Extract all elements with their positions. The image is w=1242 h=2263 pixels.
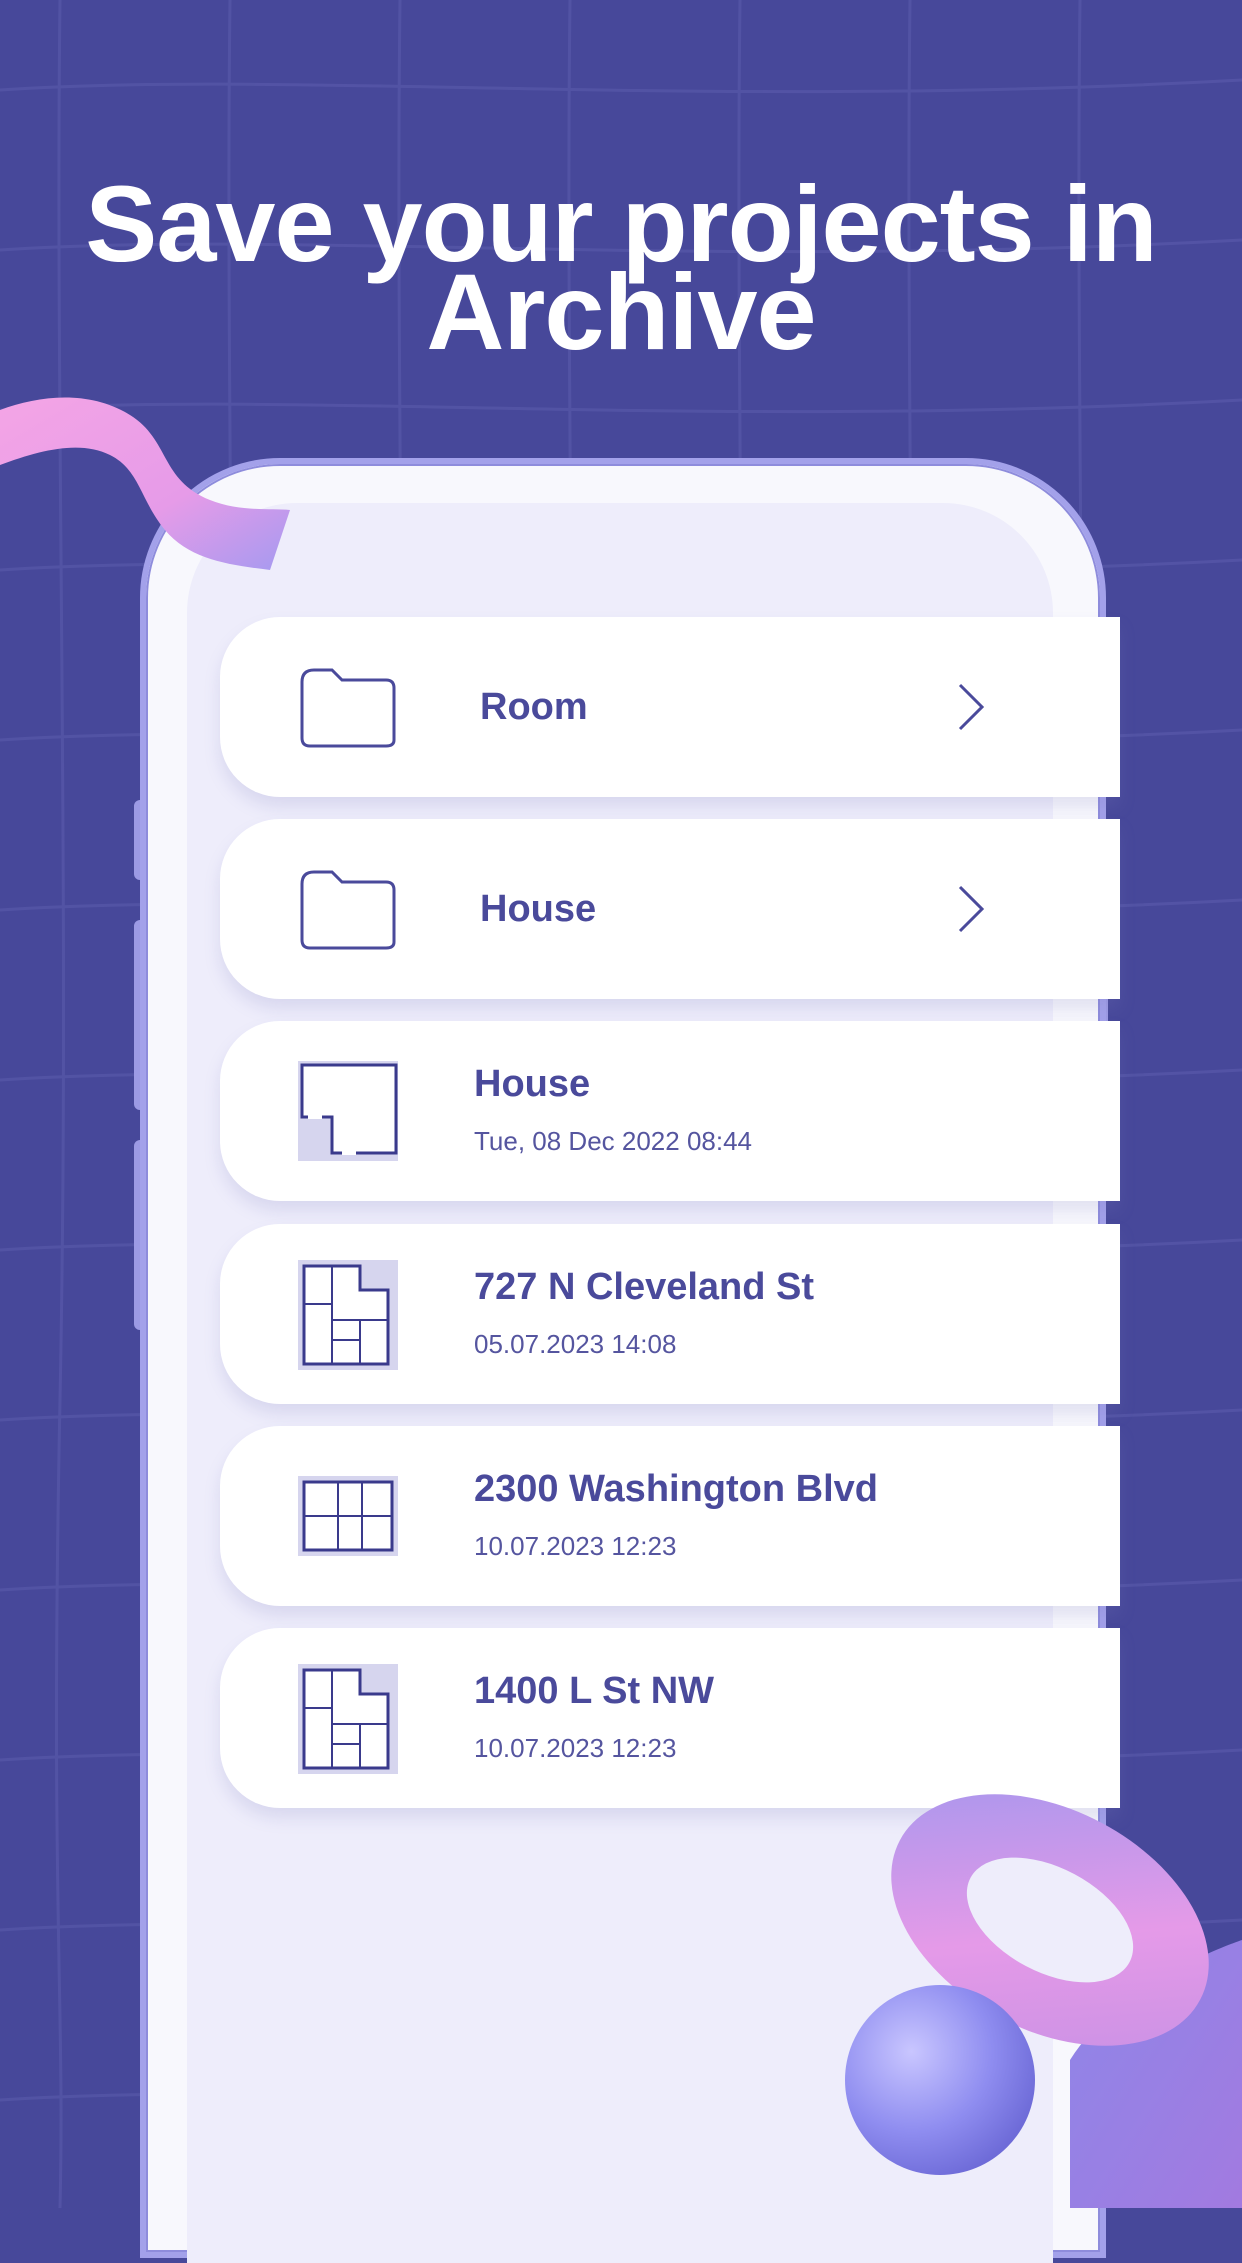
project-title: 727 N Cleveland St	[474, 1266, 815, 1308]
folder-label: Room	[480, 685, 588, 728]
project-date: 10.07.2023 12:23	[474, 1733, 677, 1763]
project-date: 05.07.2023 14:08	[474, 1329, 677, 1359]
project-card[interactable]: 727 N Cleveland St 05.07.2023 14:08	[220, 1224, 1120, 1404]
floorplan-icon	[298, 1260, 398, 1370]
project-title: 1400 L St NW	[474, 1670, 715, 1712]
decorative-shapes	[845, 1794, 1242, 2208]
project-date: Tue, 08 Dec 2022 08:44	[474, 1126, 753, 1156]
floorplan-icon	[298, 1664, 398, 1774]
project-title: House	[474, 1063, 591, 1105]
folder-icon	[300, 870, 396, 950]
chevron-right-icon	[958, 683, 985, 731]
page-headline: Save your projects in Archive	[0, 170, 1242, 366]
floorplan-icon	[298, 1476, 398, 1556]
project-title: 2300 Washington Blvd	[474, 1468, 878, 1510]
project-date: 10.07.2023 12:23	[474, 1531, 677, 1561]
folder-label: House	[480, 887, 597, 930]
ribbon-decoration	[0, 397, 290, 570]
folder-card[interactable]: House	[220, 819, 1120, 999]
folder-card[interactable]: Room	[220, 617, 1120, 797]
floorplan-icon	[298, 1061, 398, 1161]
project-card[interactable]: House Tue, 08 Dec 2022 08:44	[220, 1021, 1120, 1201]
chevron-right-icon	[958, 885, 985, 933]
project-card[interactable]: 2300 Washington Blvd 10.07.2023 12:23	[220, 1426, 1120, 1606]
folder-icon	[300, 668, 396, 748]
